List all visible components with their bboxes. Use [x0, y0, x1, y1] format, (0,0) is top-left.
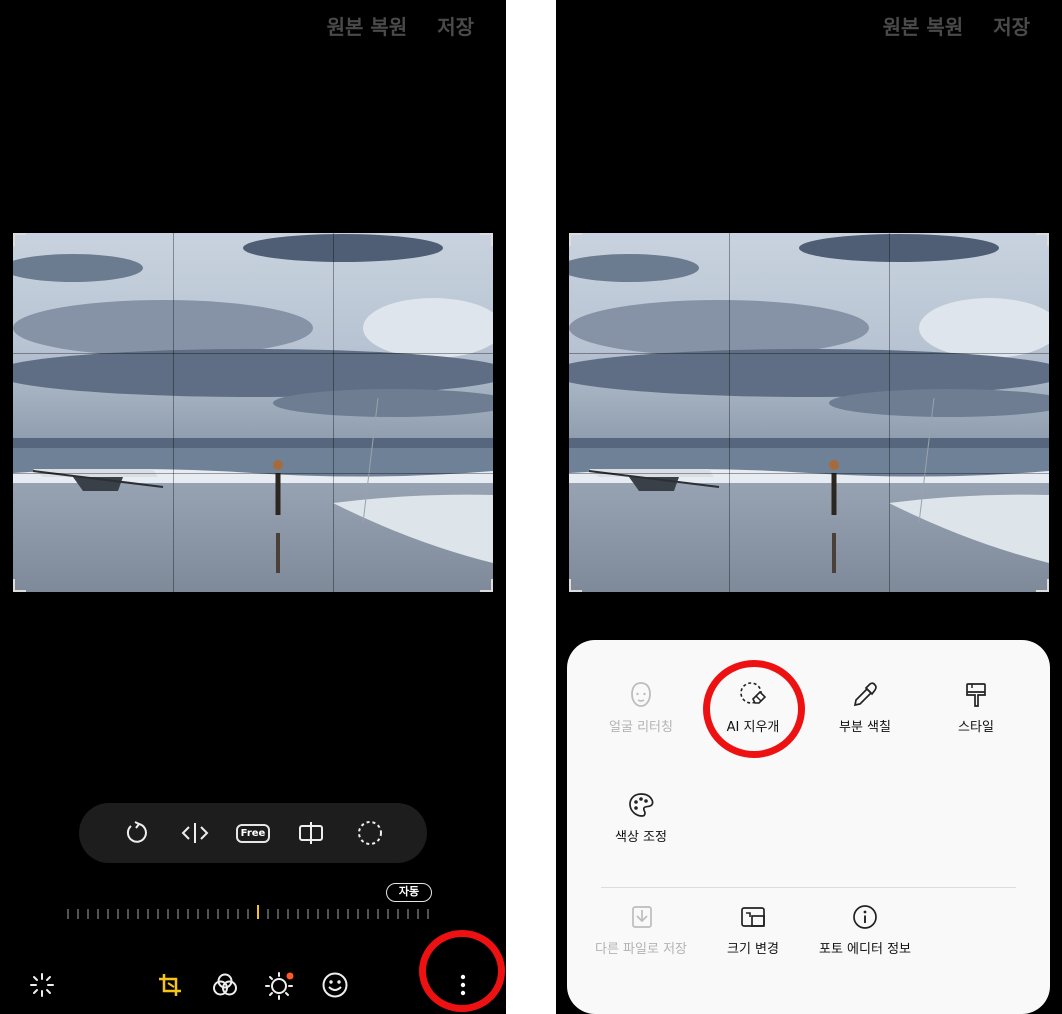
menu-label: 다른 파일로 저장 [595, 942, 687, 957]
menu-style[interactable]: 스타일 [921, 680, 1031, 735]
crop-handle-top-left[interactable] [569, 233, 582, 246]
more-options-sheet: 얼굴 리터칭 AI 지우개 부분 색칠 스타일 색상 조정 다른 파일로 저장 … [567, 640, 1050, 1014]
photo-crop-area[interactable] [569, 233, 1049, 592]
menu-label: 얼굴 리터칭 [609, 720, 673, 735]
grid-line [173, 233, 174, 592]
crop-handle-bottom-left[interactable] [569, 579, 582, 592]
top-action-bar: 원본 복원 저장 [883, 12, 1062, 42]
transform-toolbar: Free [79, 803, 427, 863]
auto-straighten-chip[interactable]: 자동 [386, 883, 432, 902]
top-action-bar: 원본 복원 저장 [327, 12, 506, 42]
transform-icon[interactable] [155, 970, 185, 1000]
crop-handle-top-right[interactable] [480, 233, 493, 246]
tone-icon[interactable] [265, 970, 295, 1000]
rotation-ruler[interactable] [62, 905, 434, 921]
grid-line [889, 233, 890, 592]
left-screen: 원본 복원 저장 Free 자동 [0, 0, 506, 1014]
highlight-circle-ai-eraser [703, 660, 805, 758]
highlight-circle-more [419, 930, 505, 1012]
menu-label: 부분 색칠 [839, 720, 891, 735]
grid-line [569, 353, 1049, 354]
menu-save-as[interactable]: 다른 파일로 저장 [586, 902, 696, 957]
revert-button[interactable]: 원본 복원 [327, 12, 408, 42]
menu-label: 포토 에디터 정보 [819, 942, 911, 957]
save-button[interactable]: 저장 [993, 12, 1030, 42]
beach-photo [13, 233, 493, 592]
free-crop-icon[interactable]: Free [235, 817, 271, 849]
right-screen: 원본 복원 저장 얼굴 리터칭 AI 지우개 부분 색칠 스타일 색상 조정 다… [556, 0, 1062, 1014]
grid-line [13, 473, 493, 474]
free-crop-label: Free [235, 823, 271, 843]
menu-color-adjust[interactable]: 색상 조정 [586, 790, 696, 845]
save-as-icon [586, 902, 696, 932]
menu-divider [601, 887, 1016, 888]
menu-resize[interactable]: 크기 변경 [698, 902, 808, 957]
revert-button[interactable]: 원본 복원 [883, 12, 964, 42]
crop-handle-bottom-right[interactable] [1036, 579, 1049, 592]
resize-icon [698, 902, 808, 932]
tone-badge [286, 972, 294, 980]
grid-line [729, 233, 730, 592]
menu-label: 색상 조정 [615, 830, 667, 845]
face-icon [586, 680, 696, 710]
grid-line [333, 233, 334, 592]
menu-partial-color[interactable]: 부분 색칠 [810, 680, 920, 735]
menu-label: 크기 변경 [727, 942, 779, 957]
grid-line [13, 353, 493, 354]
crop-handle-top-right[interactable] [1036, 233, 1049, 246]
palette-icon [586, 790, 696, 820]
eyedropper-icon [810, 680, 920, 710]
filter-icon[interactable] [210, 970, 240, 1000]
crop-handle-top-left[interactable] [13, 233, 26, 246]
beach-photo [569, 233, 1049, 592]
auto-enhance-icon[interactable] [27, 970, 57, 1000]
menu-label: 스타일 [958, 720, 994, 735]
crop-handle-bottom-right[interactable] [480, 579, 493, 592]
perspective-icon[interactable] [295, 817, 327, 849]
menu-face-retouch[interactable]: 얼굴 리터칭 [586, 680, 696, 735]
grid-line [569, 473, 1049, 474]
save-button[interactable]: 저장 [437, 12, 474, 42]
decoration-icon[interactable] [320, 970, 350, 1000]
info-icon [810, 902, 920, 932]
menu-editor-info[interactable]: 포토 에디터 정보 [810, 902, 920, 957]
flip-icon[interactable] [179, 817, 211, 849]
brush-icon [921, 680, 1031, 710]
lasso-crop-icon[interactable] [354, 817, 386, 849]
rotate-icon[interactable] [120, 817, 152, 849]
photo-crop-area[interactable] [13, 233, 493, 592]
crop-handle-bottom-left[interactable] [13, 579, 26, 592]
